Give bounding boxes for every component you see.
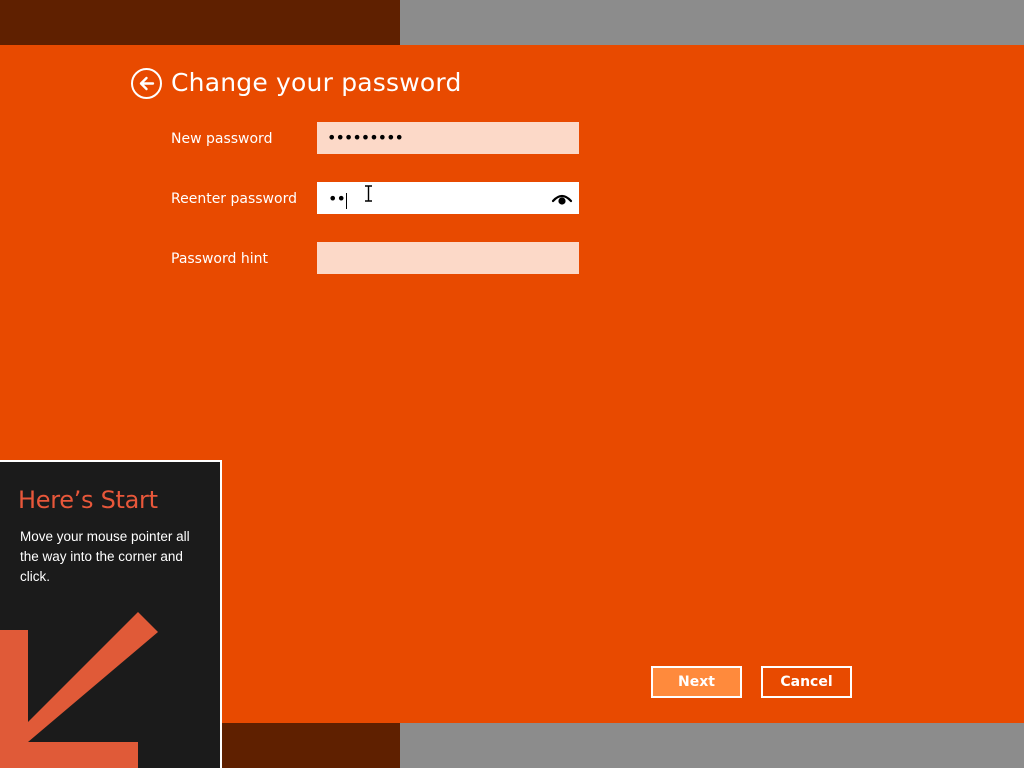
back-button[interactable] <box>131 68 162 99</box>
down-left-arrow-icon <box>0 612 158 768</box>
start-tip-panel: Here’s Start Move your mouse pointer all… <box>0 460 222 768</box>
reenter-password-field[interactable]: •• <box>317 182 579 214</box>
cancel-button[interactable]: Cancel <box>761 666 852 698</box>
back-arrow-icon <box>139 76 155 91</box>
top-band-dark <box>0 0 400 45</box>
start-tip-title: Here’s Start <box>18 486 158 514</box>
next-button[interactable]: Next <box>651 666 742 698</box>
reenter-password-label: Reenter password <box>171 191 297 207</box>
password-hint-field[interactable] <box>317 242 579 274</box>
text-caret <box>345 192 347 209</box>
setup-window: Change your password New password ••••••… <box>0 0 1024 768</box>
new-password-label: New password <box>171 131 273 147</box>
reenter-password-value: •• <box>328 189 346 208</box>
new-password-value: ••••••••• <box>327 128 404 147</box>
bottom-band-gray <box>400 723 1024 768</box>
new-password-field[interactable]: ••••••••• <box>317 122 579 154</box>
password-hint-label: Password hint <box>171 251 268 267</box>
page-title: Change your password <box>171 68 462 97</box>
text-cursor-icon <box>365 185 372 202</box>
top-band-gray <box>400 0 1024 45</box>
eye-icon[interactable] <box>551 191 573 207</box>
start-tip-body: Move your mouse pointer all the way into… <box>20 529 190 584</box>
